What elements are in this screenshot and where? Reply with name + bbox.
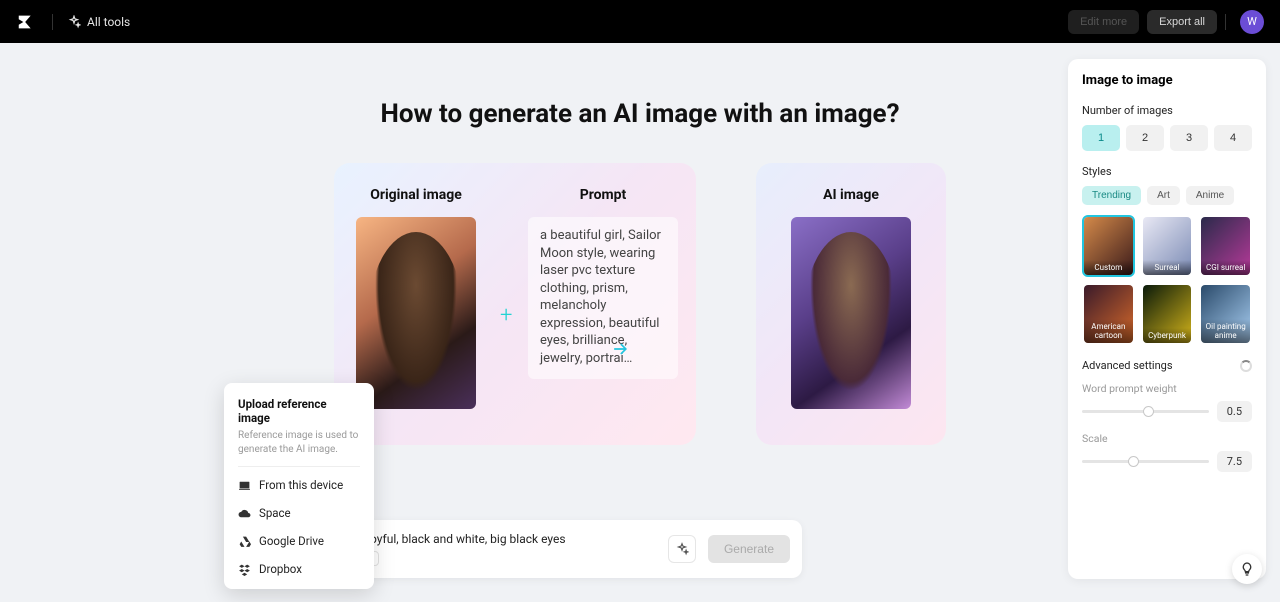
scale-label: Scale bbox=[1082, 432, 1252, 445]
divider bbox=[52, 14, 53, 30]
sample-prompt-text: a beautiful girl, Sailor Moon style, wea… bbox=[528, 217, 678, 379]
upload-popover: Upload reference image Reference image i… bbox=[224, 383, 374, 589]
original-image-placeholder bbox=[356, 217, 476, 409]
help-fab[interactable] bbox=[1232, 554, 1262, 584]
gdrive-icon bbox=[238, 535, 251, 548]
style-surreal[interactable]: Surreal bbox=[1141, 215, 1194, 277]
device-icon bbox=[238, 479, 251, 492]
prompt-col: Prompt a beautiful girl, Sailor Moon sty… bbox=[528, 187, 678, 379]
ai-label: AI image bbox=[823, 187, 879, 203]
word-weight-label: Word prompt weight bbox=[1082, 382, 1252, 395]
style-grid: Custom Surreal CGI surreal American cart… bbox=[1082, 215, 1252, 345]
upload-from-device-label: From this device bbox=[259, 478, 343, 492]
export-all-button[interactable]: Export all bbox=[1147, 10, 1217, 34]
upload-from-space[interactable]: Space bbox=[238, 499, 360, 527]
style-filter-anime[interactable]: Anime bbox=[1186, 186, 1234, 205]
ai-image-placeholder bbox=[791, 217, 911, 409]
capcut-logo-icon[interactable] bbox=[16, 11, 38, 33]
header-right: Edit more Export all W bbox=[1068, 10, 1264, 34]
header-left: All tools bbox=[16, 11, 130, 33]
upload-from-dropbox-label: Dropbox bbox=[259, 562, 302, 576]
style-filter-art[interactable]: Art bbox=[1147, 186, 1180, 205]
word-weight-row: Word prompt weight 0.5 bbox=[1082, 382, 1252, 422]
original-col: Original image bbox=[356, 187, 476, 409]
num-images-label: Number of images bbox=[1082, 104, 1252, 117]
scale-slider[interactable] bbox=[1082, 460, 1209, 463]
prompt-input[interactable]: puppy, joyful, black and white, big blac… bbox=[330, 532, 656, 546]
loading-spinner-icon bbox=[1240, 360, 1252, 372]
all-tools-label: All tools bbox=[87, 15, 130, 29]
popover-subtitle: Reference image is used to generate the … bbox=[238, 429, 360, 456]
arrow-right-icon bbox=[610, 339, 630, 364]
style-filter-trending[interactable]: Trending bbox=[1082, 186, 1141, 205]
prompt-label: Prompt bbox=[528, 187, 678, 203]
sparkle-icon bbox=[675, 542, 689, 556]
word-weight-value[interactable]: 0.5 bbox=[1217, 401, 1252, 422]
dropbox-icon bbox=[238, 563, 251, 576]
word-weight-slider[interactable] bbox=[1082, 410, 1209, 413]
num-option-4[interactable]: 4 bbox=[1214, 125, 1252, 151]
style-cgi-surreal[interactable]: CGI surreal bbox=[1199, 215, 1252, 277]
app-header: All tools Edit more Export all W bbox=[0, 0, 1280, 43]
scale-value[interactable]: 7.5 bbox=[1217, 451, 1252, 472]
upload-from-device[interactable]: From this device bbox=[238, 471, 360, 499]
original-label: Original image bbox=[356, 187, 476, 203]
divider bbox=[1225, 14, 1226, 30]
sparkle-icon bbox=[67, 15, 81, 29]
hero-card-right: AI image bbox=[756, 163, 946, 445]
popover-title: Upload reference image bbox=[238, 397, 360, 425]
style-filter-row: Trending Art Anime bbox=[1082, 186, 1252, 205]
lightbulb-icon bbox=[1239, 561, 1255, 577]
style-american-cartoon[interactable]: American cartoon bbox=[1082, 283, 1135, 345]
num-images-row: 1 2 3 4 bbox=[1082, 125, 1252, 151]
cloud-icon bbox=[238, 507, 251, 520]
style-oil-painting-anime[interactable]: Oil painting anime bbox=[1199, 283, 1252, 345]
plus-icon: + bbox=[500, 303, 512, 328]
avatar[interactable]: W bbox=[1240, 10, 1264, 34]
num-option-3[interactable]: 3 bbox=[1170, 125, 1208, 151]
main-area: How to generate an AI image with an imag… bbox=[0, 43, 1280, 602]
prompt-bar-text-col[interactable]: puppy, joyful, black and white, big blac… bbox=[330, 532, 656, 566]
divider bbox=[238, 466, 360, 467]
upload-from-gdrive-label: Google Drive bbox=[259, 534, 324, 548]
upload-from-space-label: Space bbox=[259, 506, 291, 520]
advanced-row: Advanced settings bbox=[1082, 359, 1252, 372]
style-custom[interactable]: Custom bbox=[1082, 215, 1135, 277]
scale-row: Scale 7.5 bbox=[1082, 432, 1252, 472]
style-cyberpunk[interactable]: Cyberpunk bbox=[1141, 283, 1194, 345]
enhance-prompt-button[interactable] bbox=[668, 535, 696, 563]
upload-from-dropbox[interactable]: Dropbox bbox=[238, 555, 360, 583]
edit-more-button: Edit more bbox=[1068, 10, 1139, 34]
styles-label: Styles bbox=[1082, 165, 1252, 178]
hero-card-left: Original image Prompt a beautiful girl, … bbox=[334, 163, 696, 445]
panel-title: Image to image bbox=[1082, 73, 1252, 88]
all-tools-button[interactable]: All tools bbox=[67, 15, 130, 29]
num-option-1[interactable]: 1 bbox=[1082, 125, 1120, 151]
num-option-2[interactable]: 2 bbox=[1126, 125, 1164, 151]
upload-from-gdrive[interactable]: Google Drive bbox=[238, 527, 360, 555]
advanced-label: Advanced settings bbox=[1082, 359, 1173, 372]
settings-panel: Image to image Number of images 1 2 3 4 … bbox=[1068, 59, 1266, 579]
generate-button: Generate bbox=[708, 535, 790, 563]
